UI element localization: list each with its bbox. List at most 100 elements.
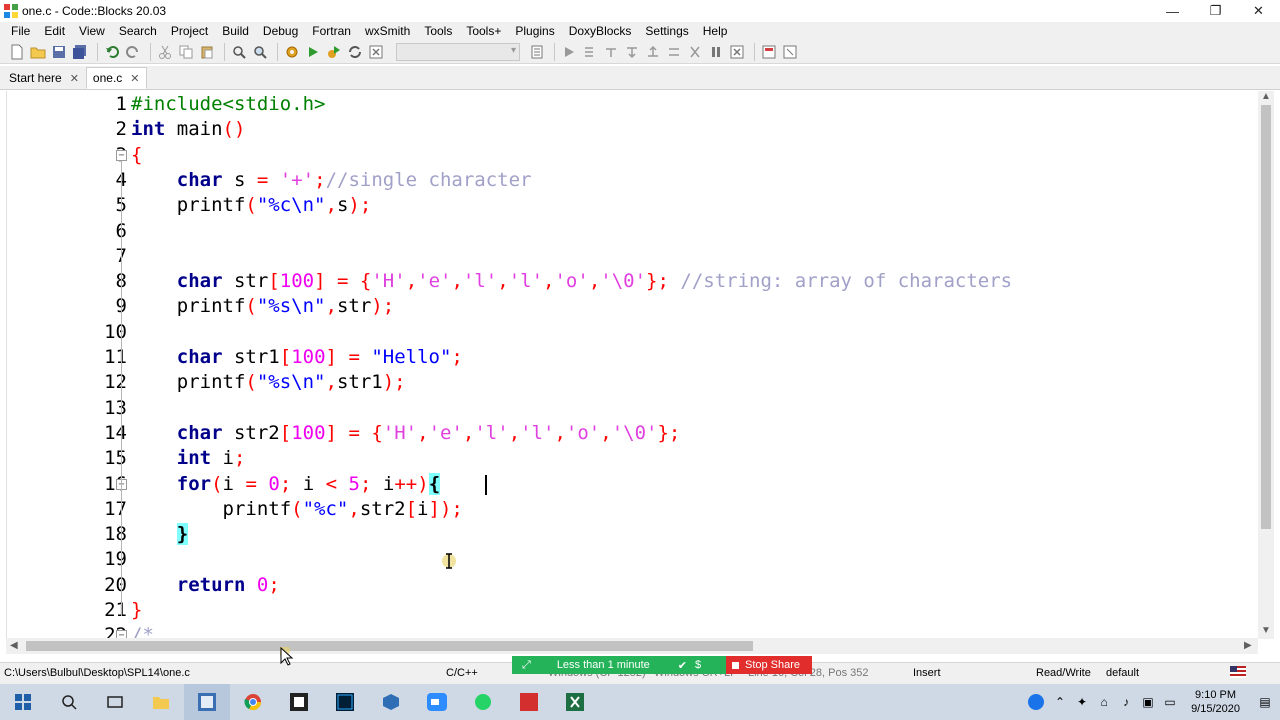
code-line[interactable]: 11 char str1[100] = "Hello";: [7, 345, 1258, 370]
code-line[interactable]: 22−/*: [7, 623, 1258, 639]
code-line[interactable]: 9 printf("%s\n",str);: [7, 294, 1258, 319]
scroll-down-arrow-icon[interactable]: ▼: [1261, 625, 1271, 636]
system-clock[interactable]: 9:10 PM 9/15/2020: [1191, 688, 1240, 716]
menu-doxyblocks[interactable]: DoxyBlocks: [562, 24, 639, 38]
debugging-windows-icon[interactable]: [760, 43, 778, 61]
code-line[interactable]: 8 char str[100] = {'H','e','l','l','o','…: [7, 269, 1258, 294]
break-debugger-icon[interactable]: [707, 43, 725, 61]
scroll-up-arrow-icon[interactable]: ▲: [1261, 91, 1271, 102]
recorder-settings-icon[interactable]: $: [695, 659, 701, 671]
close-window-button[interactable]: ✕: [1237, 0, 1280, 22]
chevron-up-icon[interactable]: ⌃: [1049, 684, 1071, 720]
show-select-target-icon[interactable]: [528, 43, 546, 61]
run-to-cursor-icon[interactable]: [581, 43, 599, 61]
menu-debug[interactable]: Debug: [256, 24, 305, 38]
chrome-icon[interactable]: [230, 684, 276, 720]
cut-icon[interactable]: [156, 43, 174, 61]
vertical-scroll-thumb[interactable]: [1261, 105, 1271, 529]
fold-toggle-icon[interactable]: −: [116, 149, 127, 161]
open-folder-icon[interactable]: [29, 43, 47, 61]
menu-help[interactable]: Help: [696, 24, 735, 38]
find-icon[interactable]: [230, 43, 248, 61]
build-and-run-icon[interactable]: [325, 43, 343, 61]
code-editor[interactable]: 1#include<stdio.h>2int main()3−{4 char s…: [6, 91, 1258, 639]
codeblocks-taskbar-icon[interactable]: [184, 684, 230, 720]
menu-tools[interactable]: Tools: [417, 24, 459, 38]
paste-icon[interactable]: [198, 43, 216, 61]
undo-icon[interactable]: [103, 43, 121, 61]
zoom-icon[interactable]: [414, 684, 460, 720]
tab-start-here[interactable]: Start here ✕: [2, 67, 86, 89]
next-line-icon[interactable]: [602, 43, 620, 61]
wifi-icon[interactable]: ⌂: [1093, 684, 1115, 720]
code-line[interactable]: 16− for(i = 0; i < 5; i++){: [7, 472, 1258, 497]
code-line[interactable]: 1 #include<stdio.h>: [7, 92, 1258, 117]
code-line[interactable]: 4 char s = '+';//single character: [7, 168, 1258, 193]
menu-search[interactable]: Search: [112, 24, 164, 38]
menu-plugins[interactable]: Plugins: [508, 24, 561, 38]
pdf-reader-icon[interactable]: [506, 684, 552, 720]
menu-wxsmith[interactable]: wxSmith: [358, 24, 417, 38]
photoshop-icon[interactable]: [322, 684, 368, 720]
abort-icon[interactable]: [367, 43, 385, 61]
menu-build[interactable]: Build: [215, 24, 256, 38]
file-explorer-icon[interactable]: [138, 684, 184, 720]
code-line[interactable]: 19: [7, 547, 1258, 572]
menu-project[interactable]: Project: [164, 24, 215, 38]
help-icon[interactable]: [1023, 684, 1049, 720]
new-file-icon[interactable]: [8, 43, 26, 61]
menu-edit[interactable]: Edit: [37, 24, 72, 38]
close-tab-icon[interactable]: ✕: [70, 72, 79, 85]
vertical-scrollbar[interactable]: ▲ ▼: [1258, 91, 1274, 639]
network-icon[interactable]: ▣: [1137, 684, 1159, 720]
scroll-left-arrow-icon[interactable]: ◀: [10, 640, 18, 651]
restore-button[interactable]: ❐: [1194, 0, 1237, 22]
code-line[interactable]: 17 printf("%c",str2[i]);: [7, 497, 1258, 522]
rebuild-icon[interactable]: [346, 43, 364, 61]
dropbox-icon[interactable]: ✦: [1071, 684, 1093, 720]
menu-tools-plus[interactable]: Tools+: [459, 24, 508, 38]
search-icon[interactable]: [46, 684, 92, 720]
code-line[interactable]: 2 int main(): [7, 117, 1258, 142]
menu-file[interactable]: File: [4, 24, 37, 38]
build-gear-icon[interactable]: [283, 43, 301, 61]
menu-view[interactable]: View: [72, 24, 112, 38]
save-all-icon[interactable]: [71, 43, 89, 61]
whatsapp-icon[interactable]: [460, 684, 506, 720]
task-view-icon[interactable]: [92, 684, 138, 720]
code-line[interactable]: 5 printf("%c\n",s);: [7, 193, 1258, 218]
code-line[interactable]: 15 int i;: [7, 446, 1258, 471]
stop-debugger-icon[interactable]: [728, 43, 746, 61]
step-out-icon[interactable]: [644, 43, 662, 61]
code-line[interactable]: 21}: [7, 598, 1258, 623]
code-line[interactable]: 7: [7, 244, 1258, 269]
step-into-instruction-icon[interactable]: [686, 43, 704, 61]
volume-icon[interactable]: ♪: [1115, 684, 1137, 720]
notifications-icon[interactable]: ▤: [1250, 684, 1280, 720]
start-button[interactable]: [0, 684, 46, 720]
redo-icon[interactable]: [124, 43, 142, 61]
code-line[interactable]: 20 return 0;: [7, 573, 1258, 598]
code-line[interactable]: 18 }: [7, 522, 1258, 547]
menu-settings[interactable]: Settings: [638, 24, 695, 38]
step-into-icon[interactable]: [623, 43, 641, 61]
code-line[interactable]: 12 printf("%s\n",str1);: [7, 370, 1258, 395]
save-icon[interactable]: [50, 43, 68, 61]
stop-share-button[interactable]: Stop Share: [726, 656, 812, 674]
menu-fortran[interactable]: Fortran: [305, 24, 358, 38]
code-line[interactable]: 10: [7, 320, 1258, 345]
code-line[interactable]: 3−{: [7, 143, 1258, 168]
minimize-button[interactable]: —: [1151, 0, 1194, 22]
horizontal-scroll-thumb[interactable]: [26, 641, 753, 651]
build-target-select[interactable]: [396, 42, 520, 61]
run-icon[interactable]: [304, 43, 322, 61]
app-icon[interactable]: [276, 684, 322, 720]
excel-icon[interactable]: [552, 684, 598, 720]
code-line[interactable]: 6: [7, 219, 1258, 244]
copy-icon[interactable]: [177, 43, 195, 61]
debug-continue-icon[interactable]: [560, 43, 578, 61]
scroll-right-arrow-icon[interactable]: ▶: [1244, 640, 1252, 651]
code-line[interactable]: 13: [7, 396, 1258, 421]
close-tab-icon[interactable]: ✕: [130, 72, 139, 85]
virtualbox-icon[interactable]: [368, 684, 414, 720]
